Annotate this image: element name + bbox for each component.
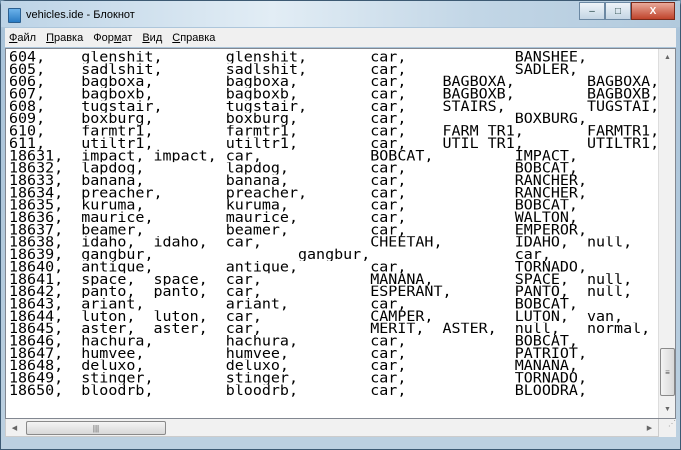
menu-view-accel: В — [142, 31, 150, 44]
text-line: 18646, hachura, hachura, car, BOBCAT, — [9, 335, 578, 348]
text-line: 610, farmtr1, farmtr1, car, FARM_TR1, FA… — [9, 125, 659, 138]
text-line: 18636, maurice, maurice, car, WALTON, — [9, 211, 578, 224]
menu-view[interactable]: Вид — [142, 32, 162, 44]
menu-format-pre: Фор — [93, 31, 114, 44]
menu-help[interactable]: Справка — [172, 32, 215, 44]
scroll-down-arrow-icon[interactable]: ▼ — [659, 401, 675, 418]
text-line: 606, bagboxa, bagboxa, car, BAGBOXA, BAG… — [9, 75, 659, 89]
text-line: 18644, luton, luton, car, CAMPER, LUTON,… — [9, 310, 624, 323]
text-line: 18649, stinger, stinger, car, TORNADO, — [9, 372, 587, 385]
close-button[interactable]: X — [631, 2, 675, 20]
text-line: 604, glenshit, glenshit, car, BANSHEE, — [9, 51, 587, 64]
text-content[interactable]: 604, glenshit, glenshit, car, BANSHEE, 60… — [9, 51, 659, 397]
vertical-scrollbar[interactable]: ▲ ≡ ▼ — [658, 49, 675, 418]
text-editor[interactable]: 604, glenshit, glenshit, car, BANSHEE, 60… — [5, 48, 676, 419]
text-line: 18641, space, space, car, MANANA, SPACE,… — [9, 273, 633, 286]
text-line: 18643, ariant, ariant, car, BOBCAT, — [9, 298, 578, 311]
menu-bar: Файл Правка Формат Вид Справка — [5, 28, 676, 47]
text-line: 18637, beamer, beamer, car, EMPEROR, — [9, 223, 587, 237]
maximize-button[interactable]: □ — [605, 2, 631, 20]
vertical-scroll-thumb[interactable]: ≡ — [660, 348, 675, 396]
text-line: 18632, lapdog, lapdog, car, BOBCAT, — [9, 162, 578, 175]
text-line: 18633, banana, banana, car, RANCHER, — [9, 174, 587, 187]
text-line: 607, bagboxb, bagboxb, car, BAGBOXB, BAG… — [9, 88, 659, 101]
text-line: 18645, aster, aster, car, MERIT, ASTER, … — [9, 322, 651, 336]
menu-edit-label: равка — [53, 31, 84, 44]
title-bar[interactable]: vehicles.ide - Блокнот – □ X — [1, 1, 680, 27]
menu-view-label: ид — [149, 31, 163, 44]
text-line: 18650, bloodrb, bloodrb, car, BLOODRA, — [9, 384, 587, 397]
scroll-right-arrow-icon[interactable]: ▶ — [641, 419, 658, 436]
minimize-button[interactable]: – — [579, 2, 605, 20]
scroll-left-arrow-icon[interactable]: ◀ — [6, 419, 23, 436]
notepad-window: vehicles.ide - Блокнот – □ X Файл Правка… — [0, 0, 681, 450]
horizontal-scrollbar[interactable]: ◀ ||| ▶ — [5, 419, 659, 437]
menu-help-label: правка — [180, 31, 216, 44]
window-title: vehicles.ide - Блокнот — [26, 9, 135, 21]
notepad-app-icon[interactable] — [8, 8, 21, 23]
text-line: 18639, gangbur, gangbur, car, — [9, 248, 551, 261]
menu-help-accel: С — [172, 31, 181, 44]
scroll-up-arrow-icon[interactable]: ▲ — [659, 49, 675, 66]
text-line: 18638, idaho, idaho, car, CHEETAH, IDAHO… — [9, 236, 633, 249]
text-line: 609, boxburg, boxburg, car, BOXBURG, — [9, 112, 587, 126]
menu-format-label: ат — [121, 31, 133, 44]
menu-edit[interactable]: Правка — [46, 32, 83, 44]
horizontal-scroll-thumb[interactable]: ||| — [26, 421, 166, 435]
text-line: 18634, preacher, preacher, car, RANCHER, — [9, 186, 587, 200]
text-line: 18640, antique, antique, car, TORNADO, — [9, 260, 587, 274]
text-line: 18635, kuruma, kuruma, car, BOBCAT, — [9, 199, 578, 212]
menu-edit-accel: П — [46, 31, 54, 44]
resize-grip-icon[interactable]: ⋰ — [659, 419, 676, 437]
menu-format[interactable]: Формат — [93, 32, 132, 44]
text-line: 18642, panto, panto, car, ESPERANT, PANT… — [9, 285, 633, 298]
menu-file-label: айл — [17, 31, 37, 44]
text-line: 18648, deluxo, deluxo, car, MANANA, — [9, 359, 578, 373]
text-line: 608, tugstair, tugstair, car, STAIRS, TU… — [9, 100, 659, 113]
text-line: 18647, humvee, humvee, car, PATRIOT, — [9, 347, 587, 360]
menu-file[interactable]: Файл — [9, 32, 36, 44]
text-line: 18631, impact, impact, car, BOBCAT, IMPA… — [9, 149, 578, 163]
text-line: 605, sadlshit, sadlshit, car, SADLER, — [9, 63, 578, 76]
text-line: 611, utiltr1, utiltr1, car, UTIL_TR1, UT… — [9, 137, 659, 150]
